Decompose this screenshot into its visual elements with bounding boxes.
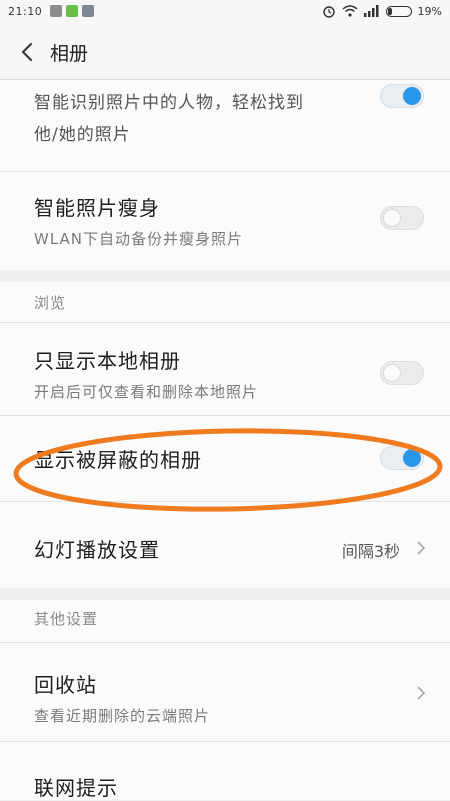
chevron-right-icon (417, 541, 426, 555)
face-recognition-row[interactable]: 智能识别照片中的人物，轻松找到 他/她的照片 (0, 80, 450, 172)
status-bar: 21:10 19% (0, 0, 450, 24)
recycle-bin-title: 回收站 (34, 673, 97, 697)
battery-percentage: 19% (417, 4, 442, 18)
other-settings-header: 其他设置 (34, 610, 99, 628)
recycle-bin-subtitle: 查看近期删除的云端照片 (34, 707, 211, 725)
back-arrow-icon[interactable] (16, 38, 40, 66)
signal-icon (363, 5, 379, 17)
chevron-right-icon (417, 686, 426, 700)
alarm-icon (322, 6, 335, 18)
local-only-subtitle: 开启后可仅查看和删除本地照片 (34, 383, 259, 401)
toggle-knob (383, 209, 401, 227)
local-only-title: 只显示本地相册 (34, 349, 181, 373)
cloud-settings-section: 智能识别照片中的人物，轻松找到 他/她的照片 智能照片瘦身 WLAN下自动备份并… (0, 80, 450, 270)
browse-section-header: 浏览 (34, 294, 67, 312)
notification-app-icon (50, 5, 62, 17)
show-hidden-albums-toggle[interactable] (380, 446, 424, 470)
toggle-knob (383, 364, 401, 382)
calendar-notification-icon (82, 5, 94, 17)
network-prompt-row[interactable]: 联网提示 (0, 742, 450, 800)
page-title: 相册 (50, 43, 89, 65)
other-settings-section: 其他设置 回收站 查看近期删除的云端照片 联网提示 (0, 600, 450, 800)
local-only-toggle[interactable] (380, 361, 424, 385)
photo-slim-title: 智能照片瘦身 (34, 196, 160, 220)
show-hidden-albums-row[interactable]: 显示被屏蔽的相册 (0, 416, 450, 502)
browse-section: 浏览 只显示本地相册 开启后可仅查看和删除本地照片 显示被屏蔽的相册 幻灯播放设… (0, 282, 450, 588)
battery-icon (385, 5, 412, 17)
photo-slim-subtitle: WLAN下自动备份并瘦身照片 (34, 230, 244, 248)
photo-slim-toggle[interactable] (380, 206, 424, 230)
network-prompt-title: 联网提示 (34, 776, 118, 800)
face-recognition-subtitle-2: 他/她的照片 (34, 125, 131, 145)
slideshow-settings-title: 幻灯播放设置 (34, 538, 160, 562)
toggle-knob (403, 449, 421, 467)
slideshow-settings-row[interactable]: 幻灯播放设置 间隔3秒 (0, 502, 450, 588)
recycle-bin-row[interactable]: 回收站 查看近期删除的云端照片 (0, 642, 450, 742)
face-recognition-toggle[interactable] (380, 84, 424, 108)
photo-slim-row[interactable]: 智能照片瘦身 WLAN下自动备份并瘦身照片 (0, 172, 450, 270)
app-bar: 相册 (0, 24, 450, 80)
slideshow-interval-value: 间隔3秒 (341, 542, 400, 561)
toggle-knob (403, 87, 421, 105)
wechat-notification-icon (66, 5, 78, 17)
local-only-row[interactable]: 只显示本地相册 开启后可仅查看和删除本地照片 (0, 322, 450, 416)
show-hidden-albums-title: 显示被屏蔽的相册 (34, 448, 202, 472)
status-time: 21:10 (8, 5, 43, 18)
wifi-icon (342, 5, 358, 17)
face-recognition-subtitle-1: 智能识别照片中的人物，轻松找到 (34, 93, 304, 113)
